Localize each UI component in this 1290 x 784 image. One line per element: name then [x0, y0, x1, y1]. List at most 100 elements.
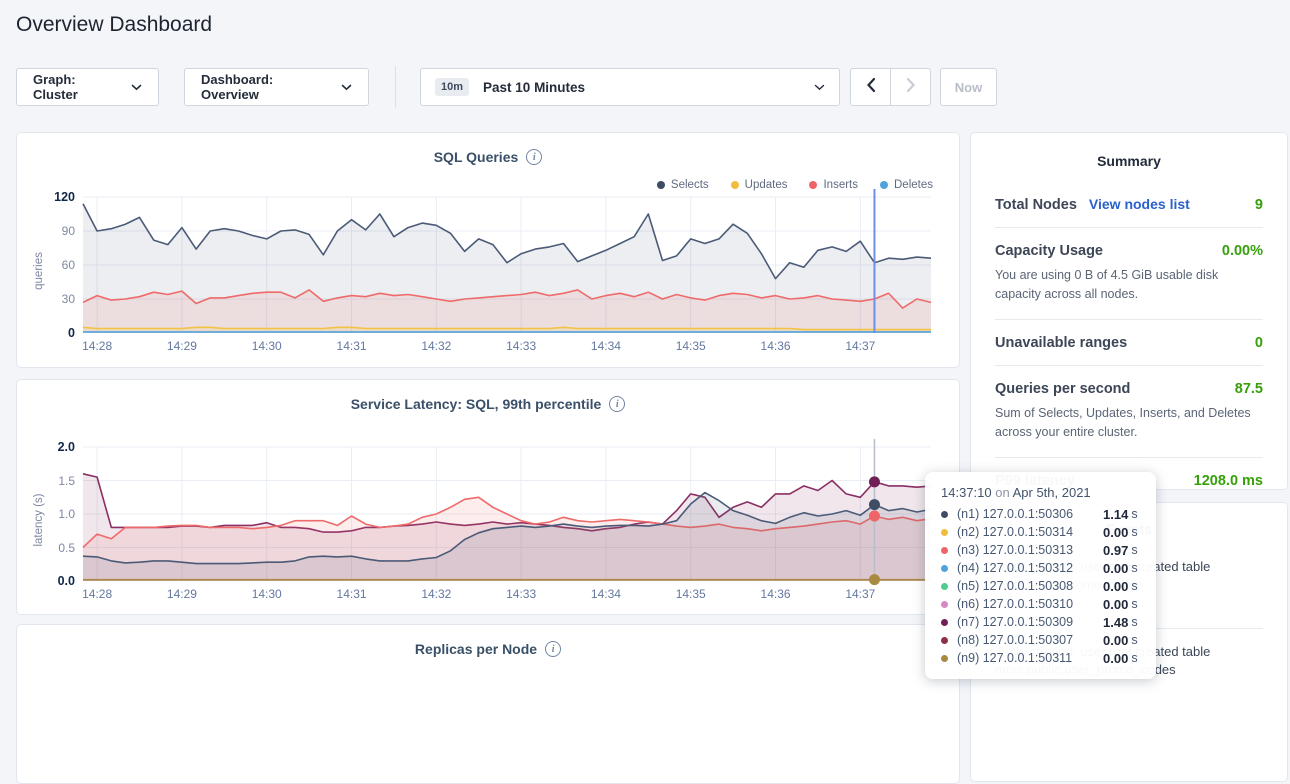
replicas-per-node-title: Replicas per Node — [415, 641, 537, 657]
x-axis-tick: 14:34 — [591, 339, 621, 353]
node-latency-value: 0.00 — [1103, 633, 1128, 648]
time-range-dropdown[interactable]: 10m Past 10 Minutes — [420, 68, 840, 106]
y-axis-tick: 1.5 — [19, 474, 75, 488]
time-next-button[interactable] — [890, 68, 931, 106]
view-nodes-list-link[interactable]: View nodes list — [1089, 196, 1190, 212]
capacity-usage-label: Capacity Usage — [995, 243, 1103, 259]
node-latency-value: 1.48 — [1103, 615, 1128, 630]
legend-label: Deletes — [894, 179, 933, 191]
tooltip-node-row: (n7) 127.0.0.1:503091.48s — [941, 613, 1140, 631]
legend-item-selects: Selects — [657, 179, 709, 191]
sql-queries-panel: SQL Queries i SelectsUpdatesInsertsDelet… — [16, 132, 960, 368]
sql-chart-legend: SelectsUpdatesInsertsDeletes — [657, 179, 933, 191]
y-axis-tick: 60 — [19, 258, 75, 272]
tooltip-node-row: (n4) 127.0.0.1:503120.00s — [941, 559, 1140, 577]
tooltip-node-row: (n9) 127.0.0.1:503110.00s — [941, 649, 1140, 667]
tooltip-node-row: (n8) 127.0.0.1:503070.00s — [941, 631, 1140, 649]
total-nodes-value: 9 — [1255, 197, 1263, 213]
graph-dropdown[interactable]: Graph: Cluster — [16, 68, 159, 106]
node-latency-value: 0.00 — [1103, 561, 1128, 576]
node-address: (n8) 127.0.0.1:50307 — [957, 633, 1103, 647]
node-latency-value: 0.00 — [1103, 579, 1128, 594]
node-address: (n4) 127.0.0.1:50312 — [957, 561, 1103, 575]
queries-per-second-value: 87.5 — [1235, 381, 1263, 397]
summary-item-unavailable-ranges: Unavailable ranges 0 — [995, 319, 1263, 365]
latency-unit: s — [1131, 507, 1137, 521]
x-axis-tick: 14:35 — [676, 587, 706, 601]
x-axis-tick: 14:28 — [82, 587, 112, 601]
node-color-dot-icon — [941, 565, 948, 572]
latency-chart-plot[interactable] — [83, 447, 931, 581]
x-axis-tick: 14:33 — [506, 587, 536, 601]
tooltip-node-row: (n6) 127.0.0.1:503100.00s — [941, 595, 1140, 613]
sql-chart-plot[interactable] — [83, 197, 931, 333]
node-color-dot-icon — [941, 601, 948, 608]
total-nodes-label: Total Nodes — [995, 197, 1077, 213]
graph-dropdown-label: Graph: Cluster — [33, 72, 121, 102]
x-axis-tick: 14:35 — [676, 339, 706, 353]
latency-unit: s — [1131, 543, 1137, 557]
x-axis-tick: 14:29 — [167, 587, 197, 601]
unavailable-ranges-label: Unavailable ranges — [995, 335, 1127, 351]
page-title: Overview Dashboard — [16, 13, 212, 37]
x-axis-tick: 14:33 — [506, 339, 536, 353]
unavailable-ranges-value: 0 — [1255, 335, 1263, 351]
x-axis-tick: 14:36 — [761, 587, 791, 601]
node-address: (n1) 127.0.0.1:50306 — [957, 507, 1103, 521]
info-icon[interactable]: i — [545, 641, 561, 657]
latency-unit: s — [1131, 525, 1137, 539]
y-axis-tick: 1.0 — [19, 507, 75, 521]
chevron-down-icon — [131, 84, 142, 91]
tooltip-timestamp: 14:37:10 on Apr 5th, 2021 — [941, 485, 1140, 500]
x-axis-tick: 14:31 — [337, 587, 367, 601]
latency-unit: s — [1131, 651, 1137, 665]
node-latency-value: 1.14 — [1103, 507, 1128, 522]
node-color-dot-icon — [941, 547, 948, 554]
summary-item-queries-per-second: Queries per second 87.5 Sum of Selects, … — [995, 365, 1263, 457]
node-address: (n7) 127.0.0.1:50309 — [957, 615, 1103, 629]
chevron-down-icon — [814, 84, 825, 91]
now-button-label: Now — [955, 80, 982, 95]
node-color-dot-icon — [941, 529, 948, 536]
node-latency-value: 0.00 — [1103, 651, 1128, 666]
legend-label: Selects — [671, 179, 709, 191]
x-axis-tick: 14:32 — [421, 587, 451, 601]
summary-item-total-nodes: Total Nodes View nodes list 9 — [995, 181, 1263, 227]
queries-per-second-description: Sum of Selects, Updates, Inserts, and De… — [995, 404, 1263, 443]
chart-tooltip: 14:37:10 on Apr 5th, 2021 (n1) 127.0.0.1… — [925, 472, 1156, 679]
node-color-dot-icon — [941, 511, 948, 518]
latency-unit: s — [1131, 633, 1137, 647]
summary-item-capacity-usage: Capacity Usage 0.00% You are using 0 B o… — [995, 227, 1263, 319]
y-axis-tick: 0.5 — [19, 541, 75, 555]
now-button[interactable]: Now — [940, 68, 997, 106]
y-axis-tick: 90 — [19, 224, 75, 238]
node-color-dot-icon — [941, 619, 948, 626]
hover-point-marker — [869, 499, 880, 510]
latency-unit: s — [1131, 615, 1137, 629]
node-address: (n9) 127.0.0.1:50311 — [957, 651, 1103, 665]
dashboard-dropdown[interactable]: Dashboard: Overview — [184, 68, 369, 106]
latency-unit: s — [1131, 579, 1137, 593]
latency-unit: s — [1131, 561, 1137, 575]
p99-latency-value: 1208.0 ms — [1194, 473, 1263, 489]
capacity-usage-description: You are using 0 B of 4.5 GiB usable disk… — [995, 266, 1263, 305]
x-axis-tick: 14:36 — [761, 339, 791, 353]
x-axis-tick: 14:29 — [167, 339, 197, 353]
chevron-down-icon — [341, 84, 352, 91]
hover-point-marker — [869, 511, 880, 522]
node-address: (n6) 127.0.0.1:50310 — [957, 597, 1103, 611]
hover-point-marker — [869, 574, 880, 585]
time-range-label: Past 10 Minutes — [483, 80, 585, 95]
x-axis-tick: 14:28 — [82, 339, 112, 353]
tooltip-node-row: (n3) 127.0.0.1:503130.97s — [941, 541, 1140, 559]
node-latency-value: 0.00 — [1103, 525, 1128, 540]
info-icon[interactable]: i — [609, 396, 625, 412]
service-latency-title: Service Latency: SQL, 99th percentile — [351, 396, 602, 412]
chevron-left-icon — [866, 77, 876, 98]
time-prev-button[interactable] — [850, 68, 891, 106]
info-icon[interactable]: i — [526, 149, 542, 165]
node-latency-value: 0.00 — [1103, 597, 1128, 612]
dashboard-dropdown-label: Dashboard: Overview — [201, 72, 331, 102]
legend-item-inserts: Inserts — [809, 179, 858, 191]
node-color-dot-icon — [941, 583, 948, 590]
